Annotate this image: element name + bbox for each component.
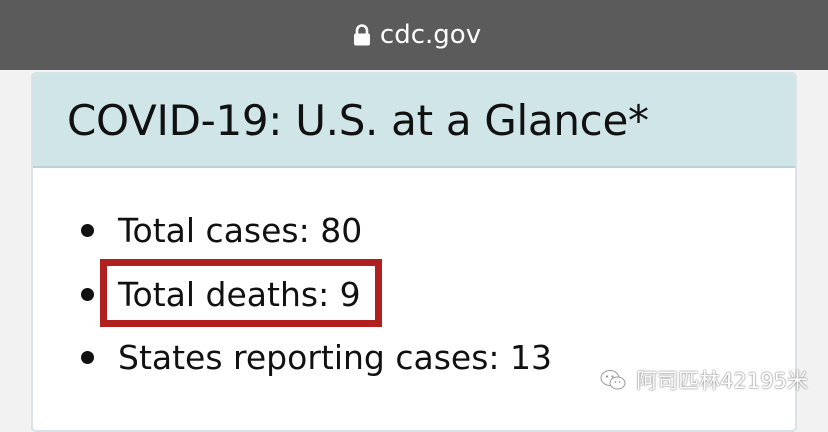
watermark-text: 阿司匹林42195米: [636, 369, 808, 393]
card-header: COVID-19: U.S. at a Glance*: [33, 74, 795, 168]
stat-total-cases-text: Total cases: 80: [118, 210, 363, 250]
bullet: [81, 223, 94, 237]
url-display[interactable]: cdc.gov: [353, 20, 481, 50]
url-text: cdc.gov: [379, 20, 482, 50]
stat-states-reporting-text: States reporting cases: 13: [118, 337, 552, 377]
watermark: 阿司匹林42195米: [600, 365, 808, 395]
card-title: COVID-19: U.S. at a Glance*: [67, 95, 649, 145]
address-bar[interactable]: cdc.gov: [0, 0, 828, 70]
lock-icon: [353, 24, 370, 46]
bullet: [81, 287, 94, 301]
wechat-icon: [600, 370, 626, 390]
bullet: [81, 350, 94, 364]
highlight-box: [100, 259, 382, 327]
